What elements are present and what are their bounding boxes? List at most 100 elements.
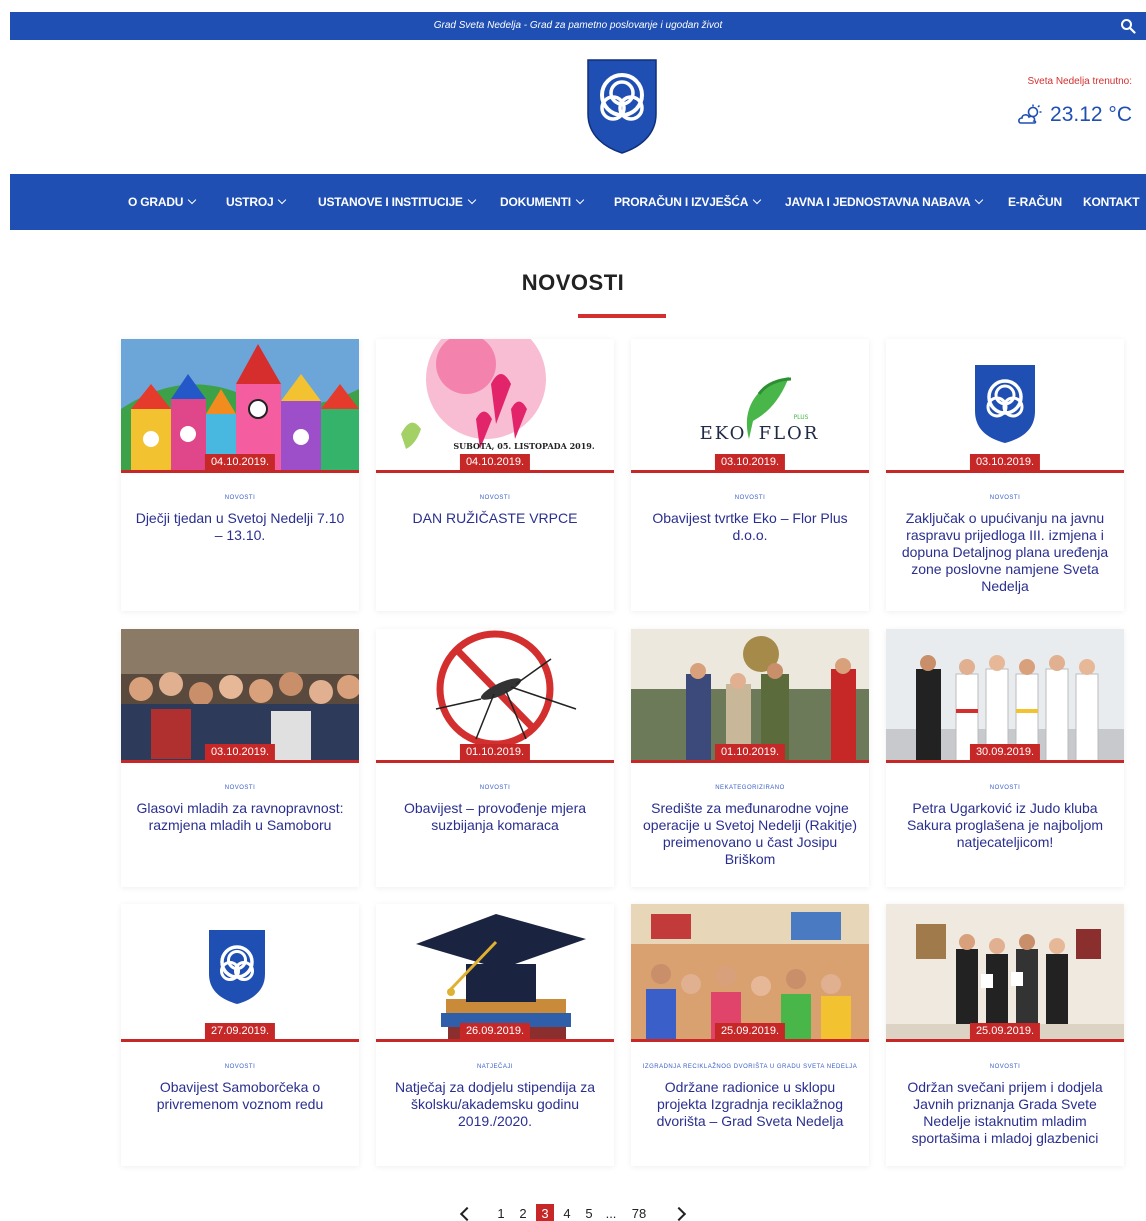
chevron-right-icon[interactable] xyxy=(671,1206,687,1221)
nav-item-ustanove[interactable]: USTANOVE I INSTITUCIJE xyxy=(318,174,476,230)
children-drawing-image xyxy=(121,339,359,473)
site-tagline: Grad Sveta Nedelja - Grad za pametno pos… xyxy=(433,20,723,31)
article-category[interactable]: NOVOSTI xyxy=(886,495,1124,502)
article-category[interactable]: NATJEČAJI xyxy=(376,1064,614,1071)
article-image[interactable]: 04.10.2019. xyxy=(121,339,359,473)
image-divider xyxy=(376,470,614,473)
article-category[interactable]: NOVOSTI xyxy=(376,785,614,792)
article-title[interactable]: Petra Ugarković iz Judo kluba Sakura pro… xyxy=(886,800,1124,851)
article-title[interactable]: Natječaj za dodjelu stipendija za školsk… xyxy=(376,1079,614,1130)
image-divider xyxy=(121,1039,359,1042)
image-divider xyxy=(376,1039,614,1042)
chevron-down-icon xyxy=(575,195,585,205)
article-image[interactable]: 26.09.2019. xyxy=(376,904,614,1042)
article-card[interactable]: 30.09.2019. NOVOSTI Petra Ugarković iz J… xyxy=(886,629,1124,887)
nav-item-e-racun[interactable]: E-RAČUN xyxy=(1008,174,1062,230)
article-date: 25.09.2019. xyxy=(969,1023,1041,1039)
article-title[interactable]: Obavijest – provođenje mjera suzbijanja … xyxy=(376,800,614,834)
image-divider xyxy=(376,760,614,763)
article-category[interactable]: NOVOSTI xyxy=(631,495,869,502)
city-crest-logo[interactable] xyxy=(586,56,658,154)
article-card[interactable]: 01.10.2019. NEKATEGORIZIRANO Središte za… xyxy=(631,629,869,887)
article-title[interactable]: DAN RUŽIČASTE VRPCE xyxy=(376,510,614,527)
article-date: 01.10.2019. xyxy=(714,744,786,760)
article-card[interactable]: EKO FLOR PLUS 03.10.2019. NOVOSTI Obavij… xyxy=(631,339,869,611)
article-title[interactable]: Obavijest tvrtke Eko – Flor Plus d.o.o. xyxy=(631,510,869,544)
nav-item-dokumenti[interactable]: DOKUMENTI xyxy=(500,174,585,230)
image-divider xyxy=(886,1039,1124,1042)
article-category[interactable]: NOVOSTI xyxy=(121,495,359,502)
page-link[interactable]: 5 xyxy=(578,1204,600,1221)
image-divider xyxy=(631,760,869,763)
article-image[interactable]: 25.09.2019. xyxy=(631,904,869,1042)
article-image[interactable]: 03.10.2019. xyxy=(886,339,1124,473)
image-divider xyxy=(631,1039,869,1042)
image-divider xyxy=(121,760,359,763)
title-underline xyxy=(578,314,666,318)
youth-group-photo xyxy=(121,629,359,763)
article-category[interactable]: NOVOSTI xyxy=(886,1064,1124,1071)
image-divider xyxy=(886,470,1124,473)
article-card[interactable]: 25.09.2019. IZGRADNJA RECIKLAŽNOG DVORIŠ… xyxy=(631,904,869,1166)
article-image[interactable]: 27.09.2019. xyxy=(121,904,359,1042)
eko-text: EKO xyxy=(700,423,747,444)
article-card[interactable]: 27.09.2019. NOVOSTI Obavijest Samoborček… xyxy=(121,904,359,1166)
article-category[interactable]: NOVOSTI xyxy=(886,785,1124,792)
article-date: 03.10.2019. xyxy=(204,744,276,760)
article-date: 04.10.2019. xyxy=(204,454,276,470)
image-divider xyxy=(886,760,1124,763)
article-card[interactable]: 04.10.2019. NOVOSTI Dječji tjedan u Svet… xyxy=(121,339,359,611)
article-image[interactable]: 03.10.2019. xyxy=(121,629,359,763)
military-ceremony-photo xyxy=(631,629,869,763)
page-link[interactable]: 2 xyxy=(512,1204,534,1221)
nav-item-kontakt[interactable]: KONTAKT xyxy=(1083,174,1140,230)
eko-flor-logo-image: EKO FLOR PLUS xyxy=(631,339,869,473)
article-image[interactable]: EKO FLOR PLUS 03.10.2019. xyxy=(631,339,869,473)
article-image[interactable]: 30.09.2019. xyxy=(886,629,1124,763)
article-date: 03.10.2019. xyxy=(969,454,1041,470)
temperature-value: 23.12 °C xyxy=(1050,103,1132,126)
partly-cloudy-icon xyxy=(1018,104,1042,124)
page-link[interactable]: 4 xyxy=(556,1204,578,1221)
article-card[interactable]: 01.10.2019. NOVOSTI Obavijest – provođen… xyxy=(376,629,614,887)
article-title[interactable]: Obavijest Samoborčeka o privremenom vozn… xyxy=(121,1079,359,1113)
article-image[interactable]: 01.10.2019. xyxy=(376,629,614,763)
article-category[interactable]: IZGRADNJA RECIKLAŽNOG DVORIŠTA U GRADU S… xyxy=(631,1064,869,1071)
article-card[interactable]: 03.10.2019. NOVOSTI Glasovi mladih za ra… xyxy=(121,629,359,887)
article-title[interactable]: Dječji tjedan u Svetoj Nedelji 7.10 – 13… xyxy=(121,510,359,544)
page-link[interactable]: 78 xyxy=(622,1204,656,1221)
article-category[interactable]: NOVOSTI xyxy=(121,785,359,792)
article-image[interactable]: SUBOTA, 05. LISTOPADA 2019. 04.10.2019. xyxy=(376,339,614,473)
article-card[interactable]: 03.10.2019. NOVOSTI Zaključak o upućivan… xyxy=(886,339,1124,611)
nav-item-proracun[interactable]: PRORAČUN I IZVJEŠĆA xyxy=(614,174,762,230)
article-image[interactable]: 01.10.2019. xyxy=(631,629,869,763)
nav-label: USTROJ xyxy=(226,195,274,209)
article-category[interactable]: NOVOSTI xyxy=(121,1064,359,1071)
article-image[interactable]: 25.09.2019. xyxy=(886,904,1124,1042)
nav-label: E-RAČUN xyxy=(1008,195,1062,209)
article-title[interactable]: Održan svečani prijem i dodjela Javnih p… xyxy=(886,1079,1124,1147)
chevron-left-icon[interactable] xyxy=(459,1206,475,1221)
search-icon[interactable] xyxy=(1120,18,1136,34)
article-card[interactable]: 26.09.2019. NATJEČAJI Natječaj za dodjel… xyxy=(376,904,614,1166)
nav-label: KONTAKT xyxy=(1083,195,1140,209)
image-divider xyxy=(631,470,869,473)
section-title: NOVOSTI xyxy=(521,270,625,295)
article-title[interactable]: Zaključak o upućivanju na javnu raspravu… xyxy=(886,510,1124,595)
judo-club-photo xyxy=(886,629,1124,763)
article-title[interactable]: Glasovi mladih za ravnopravnost: razmjen… xyxy=(121,800,359,834)
article-card[interactable]: 25.09.2019. NOVOSTI Održan svečani prije… xyxy=(886,904,1124,1166)
article-card[interactable]: SUBOTA, 05. LISTOPADA 2019. 04.10.2019. … xyxy=(376,339,614,611)
article-title[interactable]: Održane radionice u sklopu projekta Izgr… xyxy=(631,1079,869,1130)
article-category[interactable]: NOVOSTI xyxy=(376,495,614,502)
page-link[interactable]: 1 xyxy=(490,1204,512,1221)
article-date: 25.09.2019. xyxy=(714,1023,786,1039)
page-link-current[interactable]: 3 xyxy=(536,1204,554,1221)
nav-label: USTANOVE I INSTITUCIJE xyxy=(318,195,463,209)
nav-item-o-gradu[interactable]: O GRADU xyxy=(128,174,197,230)
article-category[interactable]: NEKATEGORIZIRANO xyxy=(631,785,869,792)
nav-item-ustroj[interactable]: USTROJ xyxy=(226,174,287,230)
weather-label: Sveta Nedelja trenutno: xyxy=(1027,76,1132,87)
article-title[interactable]: Središte za međunarodne vojne operacije … xyxy=(631,800,869,868)
nav-item-nabava[interactable]: JAVNA I JEDNOSTAVNA NABAVA xyxy=(785,174,984,230)
